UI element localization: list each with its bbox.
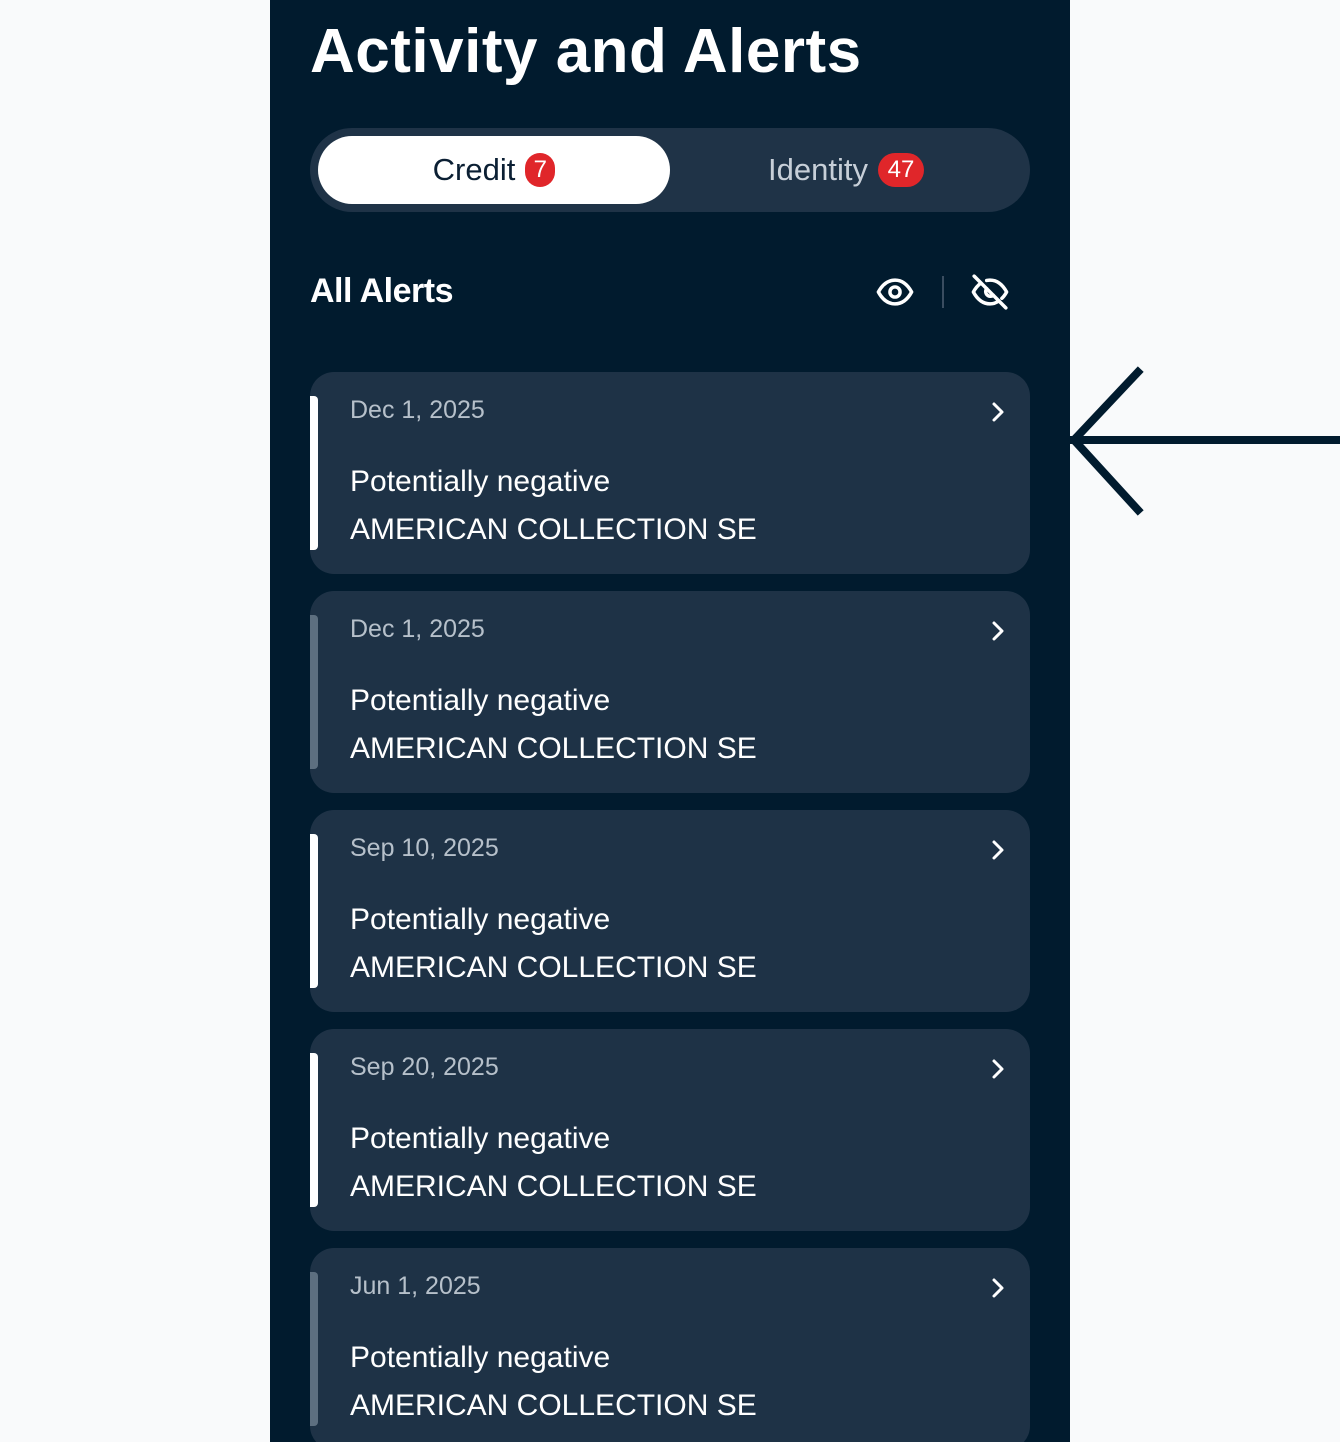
- page-title: Activity and Alerts: [310, 17, 862, 86]
- alert-type: Potentially negative: [350, 1122, 611, 1155]
- chevron-right-icon: [992, 402, 1004, 422]
- chevron-right-icon: [992, 621, 1004, 641]
- app-screen: Activity and Alerts Credit 7 Identity 47…: [270, 0, 1070, 1442]
- tab-identity-label: Identity: [768, 152, 868, 187]
- alert-company: AMERICAN COLLECTION SE: [350, 951, 757, 984]
- alert-type: Potentially negative: [350, 465, 611, 498]
- alert-company: AMERICAN COLLECTION SE: [350, 1389, 757, 1422]
- alert-card[interactable]: Dec 1, 2025 Potentially negative AMERICA…: [310, 591, 1030, 793]
- chevron-right-icon: [992, 840, 1004, 860]
- alert-type: Potentially negative: [350, 903, 611, 936]
- tab-credit-label: Credit: [432, 152, 516, 187]
- alert-company: AMERICAN COLLECTION SE: [350, 513, 757, 546]
- tab-identity[interactable]: Identity 47: [670, 136, 1022, 204]
- tab-credit-count-badge: 7: [525, 153, 556, 187]
- alert-date: Sep 20, 2025: [350, 1053, 499, 1081]
- alert-company: AMERICAN COLLECTION SE: [350, 1170, 757, 1203]
- alert-date: Jun 1, 2025: [350, 1272, 481, 1300]
- alert-date: Dec 1, 2025: [350, 615, 485, 643]
- read-indicator: [310, 615, 318, 769]
- alert-card[interactable]: Sep 20, 2025 Potentially negative AMERIC…: [310, 1029, 1030, 1231]
- eye-off-icon[interactable]: [968, 270, 1012, 314]
- chevron-right-icon: [992, 1059, 1004, 1079]
- icon-divider: [942, 276, 944, 308]
- section-title: All Alerts: [310, 272, 454, 310]
- alert-card[interactable]: Jun 1, 2025 Potentially negative AMERICA…: [310, 1248, 1030, 1442]
- alert-company: AMERICAN COLLECTION SE: [350, 732, 757, 765]
- alert-date: Sep 10, 2025: [350, 834, 499, 862]
- chevron-right-icon: [992, 1278, 1004, 1298]
- tab-identity-count-badge: 47: [877, 153, 924, 187]
- alert-list: Dec 1, 2025 Potentially negative AMERICA…: [310, 372, 1030, 1442]
- alert-type: Potentially negative: [350, 1341, 611, 1374]
- alert-card[interactable]: Sep 10, 2025 Potentially negative AMERIC…: [310, 810, 1030, 1012]
- eye-icon[interactable]: [873, 270, 917, 314]
- pointer-arrow-icon: [1068, 366, 1340, 516]
- alert-card[interactable]: Dec 1, 2025 Potentially negative AMERICA…: [310, 372, 1030, 574]
- alert-type-tabs: Credit 7 Identity 47: [310, 128, 1030, 212]
- alert-date: Dec 1, 2025: [350, 396, 485, 424]
- unread-indicator: [310, 396, 318, 550]
- unread-indicator: [310, 1053, 318, 1207]
- alert-type: Potentially negative: [350, 684, 611, 717]
- unread-indicator: [310, 834, 318, 988]
- read-indicator: [310, 1272, 318, 1426]
- tab-credit[interactable]: Credit 7: [318, 136, 670, 204]
